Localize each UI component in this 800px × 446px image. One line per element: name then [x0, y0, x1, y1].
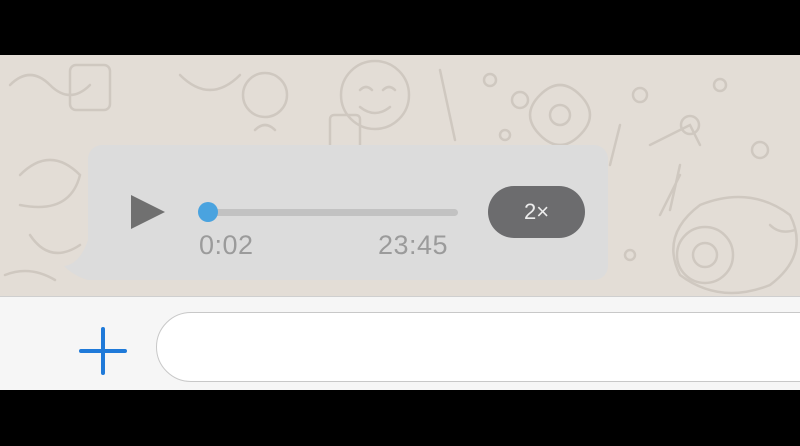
- plus-icon[interactable]: [79, 327, 127, 375]
- app-frame: 0:02 23:45 2×: [0, 0, 800, 446]
- elapsed-time: 0:02: [199, 230, 254, 260]
- letterbox-top: [0, 0, 800, 55]
- letterbox-bottom: [0, 390, 800, 446]
- audio-scrubber-handle[interactable]: [198, 202, 218, 222]
- play-icon[interactable]: [129, 193, 167, 231]
- audio-progress-track[interactable]: [206, 209, 458, 216]
- message-input[interactable]: [156, 312, 800, 382]
- total-duration: 23:45: [378, 230, 449, 260]
- playback-speed-button[interactable]: 2×: [488, 186, 585, 238]
